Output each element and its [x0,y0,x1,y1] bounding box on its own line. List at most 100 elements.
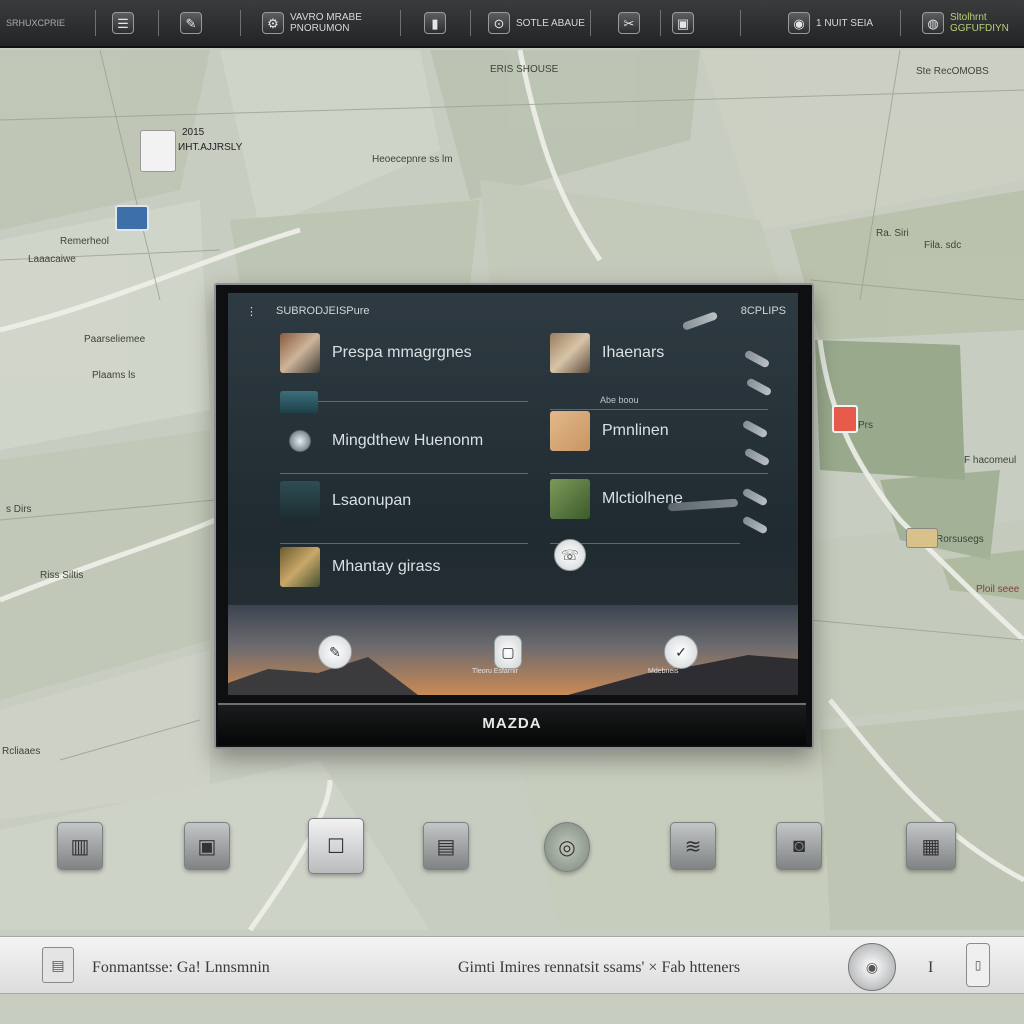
swipe-indicator-icon [745,377,773,397]
map-label: Heoecepnre ss lm [372,154,453,165]
media-list-item-label: Prespa mmagrgnes [332,344,472,361]
media-button[interactable]: ✓ [664,635,698,669]
map-label: F hacomeul [964,455,1017,466]
topbar-item[interactable]: ⚙ VAVRO MRABE PNORUMON [262,8,362,38]
infotainment-screen: ⋮ SUBRODJEISPure 8CPLIPS Prespa mmagrgne… [228,293,798,695]
status-text-right: Gimti Imires rennatsit ssams' × Fab htte… [458,959,741,976]
car-icon: ▣ [197,835,217,858]
topbar-brand: SRHUXCPRIE [6,8,65,38]
library-icon: ▥ [70,835,90,858]
menu-icon[interactable]: ⋮ [246,305,257,318]
topbar-item[interactable]: ▣ [672,8,694,38]
tools-icon: ✂ [618,12,640,34]
topbar-item[interactable]: ◉ 1 NUIT SEIA [788,8,873,38]
camera-icon: ◙ [792,834,806,857]
album-thumbnail [280,481,320,521]
brand-strip: MAZDA [218,703,806,745]
swipe-indicator-icon [743,349,771,369]
dock-button-settings[interactable]: ≋ [670,822,716,870]
usb-icon[interactable]: ▯ [966,943,990,987]
swipe-indicator-icon [743,447,771,467]
topbar-item-label: 1 NUIT SEIA [816,17,874,29]
map-label: 2015 [182,127,205,138]
disc-icon [280,421,320,461]
map-label: Ste RecOMOBS [916,66,989,77]
dock-button-voice[interactable]: ◎ [544,822,590,872]
album-thumbnail [550,479,590,519]
topbar-item[interactable]: ◍ Sltolhrnt GGFUFDIYN [922,8,1009,38]
home-button-caption: Tleoru Esfarnir [472,668,518,675]
map-label: Remerheol [60,236,109,247]
media-list-item[interactable]: Mlctiolhene [550,479,683,519]
topbar-brand-text: SRHUXCPRIE [6,17,66,28]
list-icon: ☰ [112,12,134,34]
album-thumbnail [550,333,590,373]
swipe-indicator-icon [741,419,769,439]
topbar-item[interactable]: ☰ [112,8,134,38]
topbar-item-label: SOTLE ABAUE [516,17,585,29]
media-list-item-label: Mingdthew Huenonm [332,432,484,449]
signal-icon: ⚙ [262,12,284,34]
camera-icon: ✎ [180,12,202,34]
media-list-item[interactable]: Mhantay girass [280,547,441,587]
dock-button-keyboard[interactable]: ▦ [906,822,956,870]
phone-icon: ☐ [327,835,345,858]
bottom-status-bar: ▤ Fonmantsse: Ga! Lnnsmnin Gimti Imires … [0,936,1024,994]
photo-icon: ▣ [672,12,694,34]
topbar-item[interactable]: ⊙ SOTLE ABAUE [488,8,585,38]
map-label: Riss Siltis [40,570,84,581]
section-label: Abe boou [600,395,639,405]
media-list-item[interactable]: Lsaonupan [280,481,411,521]
globe-icon: ◍ [922,12,944,34]
car-icon: ⊙ [488,12,510,34]
map-label: Rorsusegs [936,534,984,545]
topbar-item[interactable]: ✂ [618,8,640,38]
dock-button-library[interactable]: ▥ [57,822,103,870]
location-pin-icon[interactable] [140,130,176,172]
map-label: Ploil seee [976,584,1020,595]
parking-marker-icon[interactable] [115,205,149,231]
settings-icon: ≋ [684,835,702,858]
volume-knob[interactable]: ◉ [848,943,896,991]
media-list-item-label: Lsaonupan [332,492,412,509]
topbar-item-label: VAVRO MRABE PNORUMON [290,12,362,34]
home-button[interactable]: ▢ [494,635,522,669]
map-label: Prs [858,420,873,431]
media-list-item-label: Mhantay girass [332,558,441,575]
media-list-item-label: Ihaenars [602,344,665,361]
topbar-item[interactable]: ▮ [424,8,446,38]
disc-icon: ◉ [788,12,810,34]
dock-button-apps[interactable]: ▤ [423,822,469,870]
top-toolbar: SRHUXCPRIE ☰ ✎ ⚙ VAVRO MRABE PNORUMON ▮ ⊙… [0,0,1024,48]
phone-button[interactable]: ☏ [554,539,586,571]
keyboard-icon: ▦ [921,835,941,858]
fingerprint-icon: ◎ [558,836,576,859]
album-thumbnail [280,547,320,587]
media-list-item[interactable]: Prespa mmagrgnes [280,333,472,373]
album-thumbnail [280,391,318,413]
poi-marker-icon[interactable] [906,528,938,548]
media-list-item[interactable]: Mingdthew Huenonm [280,421,483,461]
swipe-indicator-icon [741,515,769,535]
infotainment-display: ⋮ SUBRODJEISPure 8CPLIPS Prespa mmagrgne… [214,283,814,749]
media-list-item[interactable]: Pmnlinen [550,411,669,451]
map-label: Plaams ls [92,370,136,381]
screen-title: SUBRODJEISPure [276,305,370,317]
navigation-button[interactable]: ✎ [318,635,352,669]
screen-bottom-panel: ✎ ▢ Tleoru Esfarnir ✓ Mdebneis [228,605,798,695]
swipe-indicator-icon [741,487,769,507]
album-thumbnail [280,333,320,373]
screen-header-label: 8CPLIPS [740,305,786,317]
poi-marker-icon[interactable] [832,405,858,433]
topbar-item[interactable]: ✎ [180,8,202,38]
media-list-item[interactable]: Ihaenars [550,333,664,373]
map-label: Paarseliemee [84,334,146,345]
dock-button-phone[interactable]: ☐ [308,818,364,874]
device-icon[interactable]: ▤ [42,947,74,983]
dock-button-car[interactable]: ▣ [184,822,230,870]
dock-button-camera[interactable]: ◙ [776,822,822,870]
topbar-item-label: Sltolhrnt GGFUFDIYN [950,12,1009,34]
map-label: Laaacaiwe [28,254,76,265]
album-thumbnail [550,411,590,451]
map-label: Rcliaaes [2,746,41,757]
